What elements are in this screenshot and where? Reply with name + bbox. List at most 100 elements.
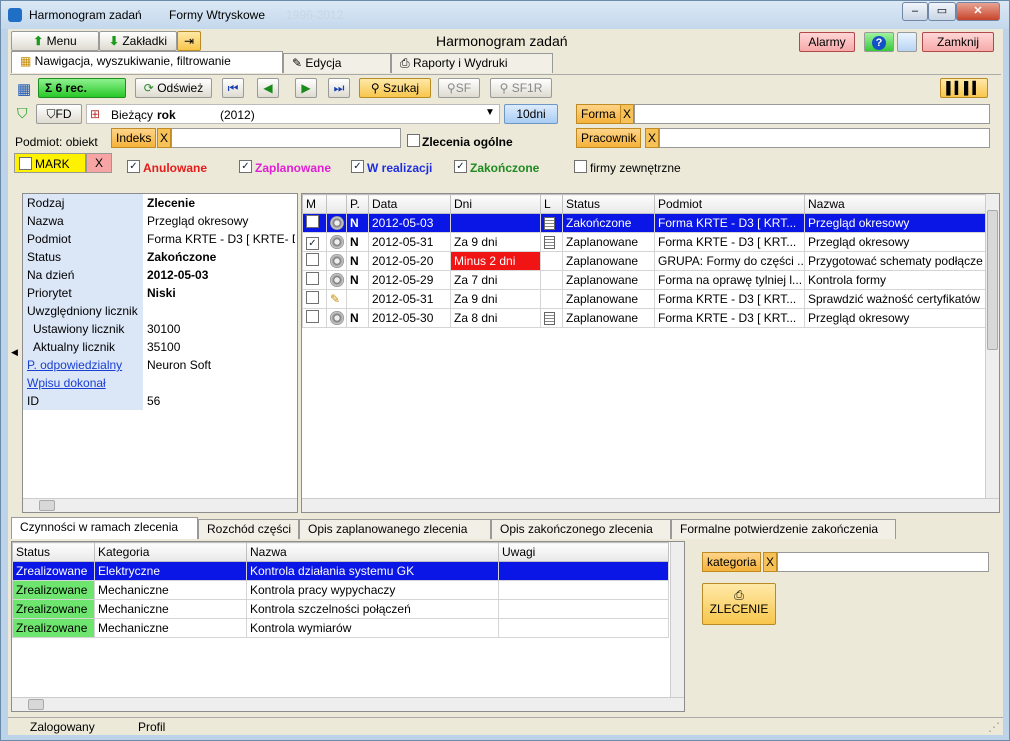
next-record-button[interactable]: ▶ bbox=[295, 78, 317, 98]
property-value: 35100 bbox=[147, 340, 181, 354]
alarmy-button[interactable]: Alarmy bbox=[799, 32, 855, 52]
anulowane-checkbox[interactable]: ✓ bbox=[127, 160, 140, 173]
grid-header-cell[interactable] bbox=[326, 194, 347, 214]
pracownik-field[interactable] bbox=[659, 128, 990, 148]
scroll-thumb[interactable] bbox=[39, 500, 55, 511]
first-record-button[interactable]: ⏮ bbox=[222, 78, 244, 98]
period-select[interactable]: ⊞ Bieżący rok (2012) ▼ bbox=[86, 104, 500, 124]
firmy-zewnetrzne-checkbox[interactable] bbox=[574, 160, 587, 173]
menu-button[interactable]: ⬆ Menu bbox=[11, 31, 99, 51]
grid-header-cell[interactable]: M bbox=[302, 194, 327, 214]
filter-icon[interactable]: ⛉ bbox=[17, 105, 28, 122]
row-checkbox[interactable] bbox=[306, 310, 319, 323]
grid-header-cell[interactable]: Podmiot bbox=[654, 194, 805, 214]
table-row[interactable]: N 2012-05-29 Za 7 dni Zaplanowane Forma na o… bbox=[302, 270, 987, 290]
zakladki-button[interactable]: ⬇ Zakładki bbox=[99, 31, 177, 51]
forma-clear-button[interactable]: X bbox=[620, 104, 634, 124]
odswiez-button[interactable]: ⟳ Odśwież bbox=[135, 78, 212, 98]
activity-row[interactable]: Zrealizowane Mechaniczne Kontrola wymiarów bbox=[12, 618, 669, 638]
pracownik-clear-button[interactable]: X bbox=[645, 128, 659, 148]
tab-czynnosci[interactable]: Czynności w ramach zlecenia bbox=[11, 517, 198, 539]
tab-rozchod[interactable]: Rozchód części bbox=[198, 519, 299, 539]
podmiot-obiekt-label: Podmiot: obiekt bbox=[15, 135, 98, 149]
property-key[interactable]: P. odpowiedzialny bbox=[23, 356, 143, 374]
activity-row[interactable]: Zrealizowane Mechaniczne Kontrola szczelno… bbox=[12, 599, 669, 619]
activity-row[interactable]: Zrealizowane Mechaniczne Kontrola pracy wy… bbox=[12, 580, 669, 600]
activity-header-cell[interactable]: Nazwa bbox=[246, 542, 499, 562]
activity-header-cell[interactable]: Status bbox=[12, 542, 95, 562]
zaplanowane-checkbox[interactable]: ✓ bbox=[239, 160, 252, 173]
mark-cell[interactable]: ✓ bbox=[302, 232, 327, 252]
grid-hscrollbar[interactable] bbox=[302, 498, 999, 512]
mark-cell[interactable] bbox=[302, 213, 327, 233]
barcode-icon[interactable]: ▌▍▌▍ bbox=[940, 78, 988, 98]
sf-button[interactable]: ⚲SF bbox=[438, 78, 480, 98]
scroll-thumb[interactable] bbox=[987, 210, 998, 350]
sf1r-button[interactable]: ⚲ SF1R bbox=[490, 78, 552, 98]
tab-opis-zakonczonego[interactable]: Opis zakończonego zlecenia bbox=[491, 519, 671, 539]
grid-vscrollbar[interactable] bbox=[985, 194, 999, 498]
scroll-thumb[interactable] bbox=[28, 699, 44, 710]
row-checkbox[interactable] bbox=[306, 215, 319, 228]
grid-header-cell[interactable]: Status bbox=[562, 194, 655, 214]
grid-header-cell[interactable]: Dni bbox=[450, 194, 541, 214]
grid-header-cell[interactable]: P. bbox=[346, 194, 369, 214]
collapse-left-icon[interactable]: ◀ bbox=[11, 347, 18, 358]
properties-hscrollbar[interactable] bbox=[23, 498, 297, 512]
minimize-button[interactable]: – bbox=[902, 2, 928, 21]
grid-header-cell[interactable]: L bbox=[540, 194, 563, 214]
row-checkbox[interactable] bbox=[306, 253, 319, 266]
mark-cell[interactable] bbox=[302, 308, 327, 328]
indeks-clear-button[interactable]: X bbox=[157, 128, 171, 148]
row-checkbox[interactable] bbox=[306, 291, 319, 304]
tab-opis-zaplanowanego[interactable]: Opis zaplanowanego zlecenia bbox=[299, 519, 491, 539]
kategoria-field[interactable] bbox=[777, 552, 989, 572]
row-checkbox[interactable]: ✓ bbox=[306, 236, 319, 250]
table-row[interactable]: ✓ N 2012-05-31 Za 9 dni Zaplanowane Forma KRT… bbox=[302, 232, 987, 252]
activity-header-cell[interactable]: Uwagi bbox=[498, 542, 669, 562]
date-cell: 2012-05-30 bbox=[368, 308, 451, 328]
fd-button[interactable]: ⛉FD bbox=[36, 104, 82, 124]
table-row[interactable]: N 2012-05-20 Minus 2 dni Zaplanowane GRUPA: … bbox=[302, 251, 987, 271]
tab-formalne-potwierdzenie[interactable]: Formalne potwierdzenie zakończenia bbox=[671, 519, 896, 539]
nazwa-cell: Kontrola formy bbox=[804, 270, 987, 290]
zlecenie-button[interactable]: ⎙ ZLECENIE bbox=[702, 583, 776, 625]
maximize-button[interactable]: ▭ bbox=[928, 2, 956, 21]
forma-field[interactable] bbox=[634, 104, 990, 124]
zamknij-button[interactable]: Zamknij bbox=[922, 32, 994, 52]
w-realizacji-checkbox[interactable]: ✓ bbox=[351, 160, 364, 173]
window-icon[interactable] bbox=[897, 32, 917, 52]
zakonczone-checkbox[interactable]: ✓ bbox=[454, 160, 467, 173]
table-row[interactable]: ✎ 2012-05-31 Za 9 dni Zaplanowane Forma KRTE… bbox=[302, 289, 987, 309]
table-row[interactable]: N 2012-05-03 Zakończone Forma KRTE - D3 [ K… bbox=[302, 213, 987, 233]
grid-header-cell[interactable]: Nazwa bbox=[804, 194, 987, 214]
mark-cell[interactable] bbox=[302, 289, 327, 309]
resize-grip-icon[interactable]: ⋰ bbox=[988, 720, 1000, 734]
tab-raporty[interactable]: ⎙ Raporty i Wydruki bbox=[391, 53, 553, 73]
mark-clear-button[interactable]: X bbox=[86, 153, 112, 173]
mark-cell[interactable] bbox=[302, 251, 327, 271]
export-icon[interactable]: ⇥ bbox=[177, 31, 201, 51]
grid-header-cell[interactable]: Data bbox=[368, 194, 451, 214]
last-record-button[interactable]: ⏭ bbox=[328, 78, 350, 98]
mark-toggle[interactable]: MARK bbox=[14, 153, 86, 173]
row-checkbox[interactable] bbox=[306, 272, 319, 285]
tab-nawigacja[interactable]: ▦ Nawigacja, wyszukiwanie, filtrowanie bbox=[11, 51, 283, 73]
kategoria-clear-button[interactable]: X bbox=[763, 552, 777, 572]
10dni-button[interactable]: 10dni bbox=[504, 104, 558, 124]
table-row[interactable]: N 2012-05-30 Za 8 dni Zaplanowane Forma KRTE… bbox=[302, 308, 987, 328]
property-key[interactable]: Wpisu dokonał bbox=[23, 374, 143, 392]
prev-record-button[interactable]: ◀ bbox=[257, 78, 279, 98]
indeks-field[interactable] bbox=[171, 128, 401, 148]
tab-edycja[interactable]: ✎ Edycja bbox=[283, 53, 391, 73]
mark-checkbox[interactable] bbox=[19, 157, 32, 170]
mark-cell[interactable] bbox=[302, 270, 327, 290]
help-icon[interactable]: ? bbox=[864, 32, 894, 52]
szukaj-button[interactable]: ⚲ Szukaj bbox=[359, 78, 431, 98]
activity-row[interactable]: Zrealizowane Elektryczne Kontrola działani… bbox=[12, 561, 669, 581]
zlecenia-ogolne-checkbox[interactable] bbox=[407, 134, 420, 147]
activity-header-cell[interactable]: Kategoria bbox=[94, 542, 247, 562]
activities-vscrollbar[interactable] bbox=[670, 542, 684, 697]
activities-hscrollbar[interactable] bbox=[12, 697, 684, 711]
window-close-button[interactable]: ✕ bbox=[956, 2, 1000, 21]
